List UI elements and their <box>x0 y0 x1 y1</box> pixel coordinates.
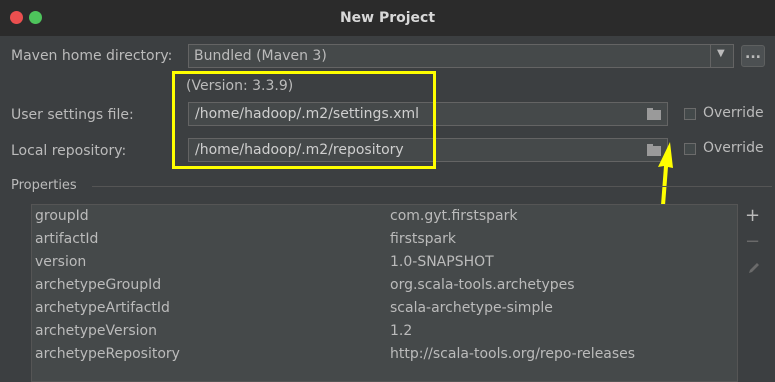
property-value: 1.0-SNAPSHOT <box>390 254 494 270</box>
property-value: http://scala-tools.org/repo-releases <box>390 346 636 362</box>
property-key: archetypeArtifactId <box>35 300 170 316</box>
table-row[interactable]: archetypeVersion 1.2 <box>32 320 737 343</box>
property-value: org.scala-tools.archetypes <box>390 277 575 293</box>
remove-property-button[interactable]: − <box>745 231 760 252</box>
property-key: archetypeRepository <box>35 346 180 362</box>
table-row[interactable]: artifactId firstspark <box>32 228 737 251</box>
property-value: scala-archetype-simple <box>390 300 553 316</box>
local-repository-override-label[interactable]: Override <box>703 140 764 156</box>
user-settings-label: User settings file: <box>11 107 134 123</box>
browse-maven-home-button[interactable]: ... <box>741 45 765 67</box>
user-settings-override-label[interactable]: Override <box>703 105 764 121</box>
table-row[interactable]: archetypeGroupId org.scala-tools.archety… <box>32 274 737 297</box>
properties-table[interactable]: groupId com.gyt.firstspark artifactId fi… <box>31 204 738 382</box>
folder-icon[interactable] <box>647 108 661 120</box>
property-key: groupId <box>35 208 89 224</box>
section-divider <box>92 186 772 187</box>
local-repository-override-checkbox[interactable] <box>684 143 696 155</box>
property-key: artifactId <box>35 231 99 247</box>
local-repository-label: Local repository: <box>11 143 127 159</box>
table-row[interactable]: groupId com.gyt.firstspark <box>32 205 737 228</box>
properties-section-title: Properties <box>11 178 77 193</box>
table-row[interactable]: version 1.0-SNAPSHOT <box>32 251 737 274</box>
maven-version-text: (Version: 3.3.9) <box>186 78 294 94</box>
maven-home-value: Bundled (Maven 3) <box>194 48 327 64</box>
table-row[interactable]: archetypeArtifactId scala-archetype-simp… <box>32 297 737 320</box>
user-settings-value: /home/hadoop/.m2/settings.xml <box>195 106 419 122</box>
property-key: archetypeGroupId <box>35 277 162 293</box>
maven-home-label: Maven home directory: <box>11 48 173 64</box>
edit-pencil-icon[interactable] <box>747 261 761 275</box>
local-repository-field[interactable]: /home/hadoop/.m2/repository <box>188 138 668 162</box>
user-settings-field[interactable]: /home/hadoop/.m2/settings.xml <box>188 102 668 126</box>
title-bar: New Project <box>0 0 775 36</box>
property-key: version <box>35 254 87 270</box>
property-value: com.gyt.firstspark <box>390 208 518 224</box>
combobox-dropdown-button[interactable]: ▼ <box>710 45 733 67</box>
property-value: 1.2 <box>390 323 413 339</box>
property-value: firstspark <box>390 231 456 247</box>
property-key: archetypeVersion <box>35 323 157 339</box>
window-title: New Project <box>339 10 436 26</box>
user-settings-override-checkbox[interactable] <box>684 108 696 120</box>
local-repository-value: /home/hadoop/.m2/repository <box>195 142 404 158</box>
add-property-button[interactable]: + <box>745 205 760 226</box>
chevron-down-icon: ▼ <box>717 48 725 59</box>
maven-home-combobox[interactable]: Bundled (Maven 3) ▼ <box>188 44 734 68</box>
table-row[interactable]: archetypeRepository http://scala-tools.o… <box>32 343 737 366</box>
